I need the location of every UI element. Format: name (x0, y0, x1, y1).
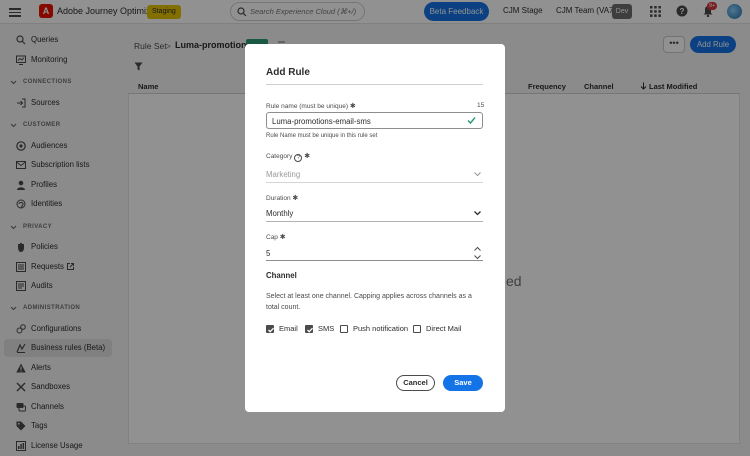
valid-checkmark-icon (467, 117, 476, 125)
channel-heading: Channel (266, 271, 297, 280)
chevron-down-icon (474, 211, 481, 216)
sms-checkbox-label: SMS (318, 324, 335, 333)
required-asterisk-icon: ✱ (292, 195, 299, 202)
cap-stepper[interactable] (266, 246, 483, 261)
add-rule-dialog: Add Rule Rule name (must be unique) ✱ 15… (245, 44, 505, 412)
email-checkbox-label: Email (279, 324, 298, 333)
rule-name-field[interactable] (266, 112, 483, 129)
rule-name-input[interactable] (272, 115, 462, 127)
category-label: Category? ✱ (266, 153, 311, 162)
category-picker: Marketing (266, 168, 483, 183)
duration-picker[interactable]: Monthly (266, 207, 483, 222)
push-notification-checkbox-label: Push notification (353, 324, 409, 333)
cap-input[interactable] (266, 247, 446, 259)
channel-description: Select at least one channel. Capping app… (266, 293, 472, 311)
duration-label: Duration ✱ (266, 195, 299, 202)
rule-name-helper-text: Rule Name must be unique in this rule se… (266, 133, 378, 139)
duration-value: Monthly (266, 209, 294, 218)
checkmark-icon (307, 327, 313, 333)
cancel-button[interactable]: Cancel (396, 375, 435, 391)
chevron-down-icon[interactable] (474, 254, 481, 260)
required-asterisk-icon: ✱ (304, 153, 311, 160)
save-button[interactable]: Save (443, 375, 483, 391)
cap-label: Cap ✱ (266, 234, 286, 241)
chevron-up-icon[interactable] (474, 246, 481, 252)
dialog-title: Add Rule (266, 67, 310, 78)
dialog-divider (266, 84, 483, 85)
required-asterisk-icon: ✱ (279, 234, 286, 241)
checkmark-icon (268, 327, 274, 333)
direct-mail-checkbox-label: Direct Mail (426, 324, 462, 333)
required-asterisk-icon: ✱ (349, 103, 356, 110)
chevron-down-icon (474, 172, 481, 177)
rule-name-char-count: 15 (477, 102, 485, 109)
help-circle-icon[interactable]: ? (294, 154, 303, 162)
category-value: Marketing (266, 170, 301, 179)
rule-name-label: Rule name (must be unique) ✱ (266, 103, 356, 110)
